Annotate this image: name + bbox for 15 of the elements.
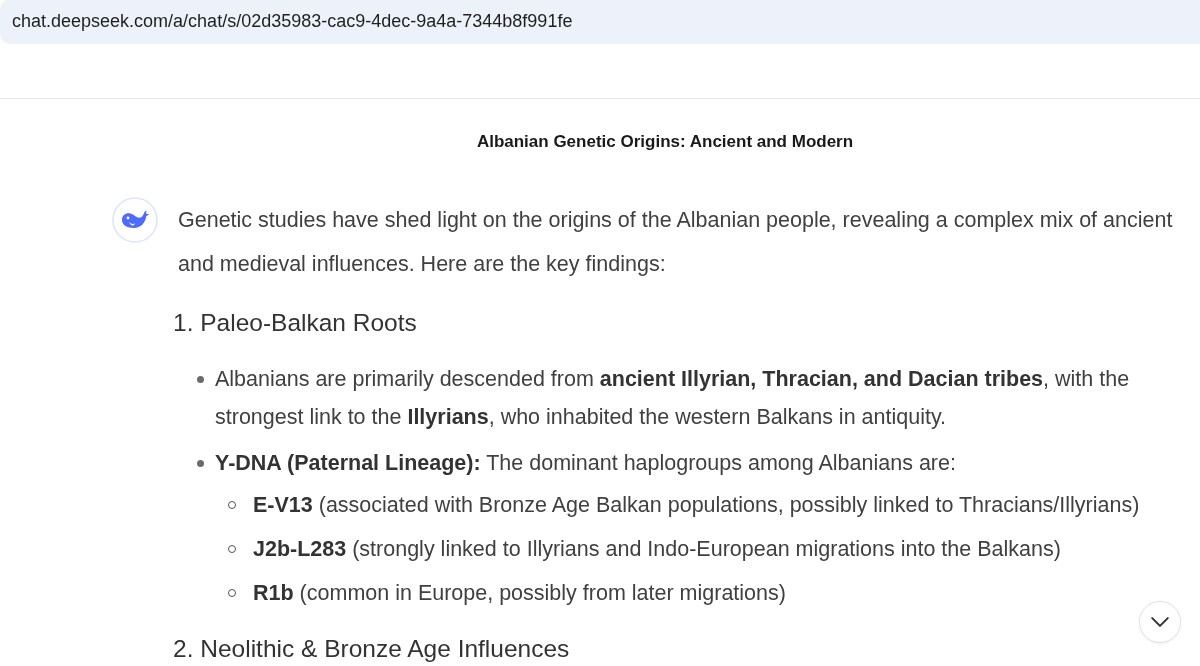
whale-avatar-icon (112, 197, 158, 243)
bullet-dot-icon (197, 459, 204, 467)
sublist-item-text: R1b (common in Europe, possibly from later migrations) (253, 580, 786, 607)
intro-paragraph: Genetic studies have shed light on the origins of the Albanian people, revealing a complex mix of ancient and medieval influences. Here are the key findings: (178, 207, 1174, 278)
chat-title: Albanian Genetic Origins: Ancient and Modern (476, 131, 854, 153)
address-bar[interactable]: chat.deepseek.com/a/chat/s/02d35983-cac9-4dec-9a4a-7344b8f991fe (0, 0, 1200, 44)
chevron-down-icon (1151, 617, 1169, 627)
sublist-item-text: E-V13 (associated with Bronze Age Balkan populations, possibly linked to Thracians/Illyrians) (253, 492, 1140, 519)
bullet-dot-icon (197, 375, 204, 383)
list-item-text: Y-DNA (Paternal Lineage): The dominant haplogroups among Albanians are: (215, 450, 957, 477)
section-heading: 2. Neolithic & Bronze Age Influences (173, 634, 571, 664)
scroll-down-button[interactable] (1139, 601, 1181, 643)
section-heading: 1. Paleo-Balkan Roots (173, 308, 418, 338)
list-item-text: Albanians are primarily descended from ancient Illyrian, Thracian, and Dacian tribes, with the strongest link to the Illyrians, who inhabited the western Balkans in antiquity. (215, 366, 1131, 431)
sublist-item-text: J2b-L283 (strongly linked to Illyrians and Indo-European migrations into the Balkans) (253, 536, 1061, 563)
